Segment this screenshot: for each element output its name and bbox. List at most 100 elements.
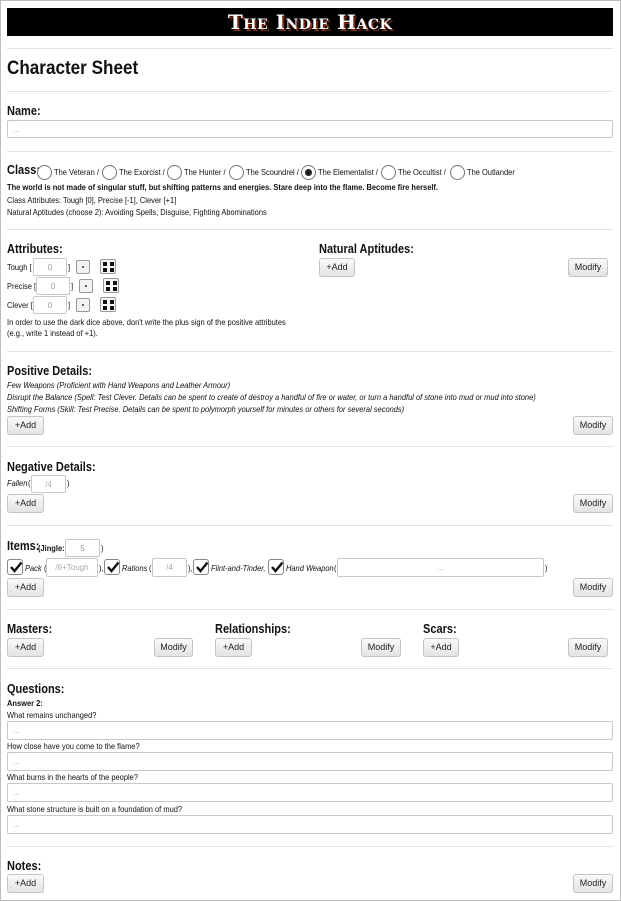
- flint-and-tinder-checkbox[interactable]: [193, 559, 209, 575]
- fallen-input[interactable]: /4: [31, 475, 66, 493]
- class-radio[interactable]: [381, 165, 396, 180]
- natural-aptitudes-modify-button[interactable]: Modify: [568, 258, 608, 277]
- class-radio[interactable]: [450, 165, 465, 180]
- masters-modify-button[interactable]: Modify: [154, 638, 193, 657]
- items-modify-button[interactable]: Modify: [573, 578, 613, 597]
- question-answer-input[interactable]: ...: [7, 752, 613, 771]
- question-answer-input[interactable]: ...: [7, 783, 613, 802]
- notes-modify-button[interactable]: Modify: [573, 874, 613, 893]
- jingle-input[interactable]: 5: [65, 539, 100, 557]
- jingle-label: (Jingle:: [38, 543, 65, 553]
- fallen-close-paren: ): [67, 478, 70, 488]
- class-option-label: The Exorcist /: [119, 167, 165, 177]
- class-radio[interactable]: [301, 165, 316, 180]
- divider: [7, 151, 613, 152]
- relationships-add-button[interactable]: +Add: [215, 638, 252, 657]
- hand-weapon-label: Hand Weapon: [286, 563, 334, 573]
- class-radio[interactable]: [229, 165, 244, 180]
- negative-details-add-button[interactable]: +Add: [7, 494, 44, 513]
- pack-label: Pack: [25, 563, 42, 573]
- positive-detail-item: Shifting Forms (Skill: Test Precise. Det…: [7, 404, 405, 414]
- divider: [7, 668, 613, 669]
- positive-detail-item: Disrupt the Balance (Spell: Test Clever.…: [7, 392, 536, 402]
- natural-aptitudes-add-button[interactable]: +Add: [319, 258, 355, 277]
- items-heading: Items:: [7, 539, 40, 553]
- dark-dice-icon[interactable]: [103, 278, 119, 293]
- attributes-note-example: (e.g., write 1 instead of +1).: [7, 328, 98, 338]
- rations-label: Rations: [122, 563, 148, 573]
- positive-details-modify-button[interactable]: Modify: [573, 416, 613, 435]
- single-die-icon[interactable]: [79, 279, 93, 293]
- questions-heading: Questions:: [7, 682, 65, 696]
- single-die-icon[interactable]: [76, 260, 90, 274]
- hand-weapon-input[interactable]: ...: [337, 558, 544, 577]
- single-die-icon[interactable]: [76, 298, 90, 312]
- name-input[interactable]: ...: [7, 120, 613, 138]
- divider: [7, 91, 613, 92]
- masters-heading: Masters:: [7, 622, 53, 636]
- relationships-heading: Relationships:: [215, 622, 291, 636]
- attribute-label: Tough [: [7, 262, 32, 272]
- attributes-note: In order to use the dark dice above, don…: [7, 317, 286, 327]
- pack-checkbox[interactable]: [7, 559, 23, 575]
- paren: ),: [99, 563, 104, 573]
- question-answer-input[interactable]: ...: [7, 721, 613, 740]
- positive-details-add-button[interactable]: +Add: [7, 416, 44, 435]
- divider: [7, 846, 613, 847]
- paren: ),: [188, 563, 193, 573]
- rations-input[interactable]: /4: [152, 558, 187, 577]
- name-heading: Name:: [7, 104, 41, 118]
- hand-weapon-checkbox[interactable]: [268, 559, 284, 575]
- class-radio[interactable]: [37, 165, 52, 180]
- paren: ): [545, 563, 548, 573]
- divider: [7, 525, 613, 526]
- question-label: What stone structure is built on a found…: [7, 804, 183, 814]
- attribute-label: Clever [: [7, 300, 33, 310]
- class-option-label: The Outlander: [467, 167, 515, 177]
- class-aptitudes-text: Natural Aptitudes (choose 2): Avoiding S…: [7, 207, 267, 217]
- dark-dice-icon[interactable]: [100, 297, 116, 312]
- negative-details-modify-button[interactable]: Modify: [573, 494, 613, 513]
- class-radio[interactable]: [102, 165, 117, 180]
- relationships-modify-button[interactable]: Modify: [361, 638, 401, 657]
- divider: [7, 351, 613, 352]
- class-attributes-text: Class Attributes: Tough [0], Precise [-1…: [7, 195, 177, 205]
- jingle-close-paren: ): [101, 543, 104, 553]
- question-label: What remains unchanged?: [7, 710, 97, 720]
- class-option-label: The Scoundrel /: [246, 167, 299, 177]
- scars-add-button[interactable]: +Add: [423, 638, 459, 657]
- natural-aptitudes-heading: Natural Aptitudes:: [319, 242, 414, 256]
- question-answer-input[interactable]: ...: [7, 815, 613, 834]
- class-option-label: The Veteran /: [54, 167, 99, 177]
- questions-instruction: Answer 2:: [7, 698, 43, 708]
- divider: [7, 609, 613, 610]
- site-banner: The Indie Hack: [7, 8, 613, 36]
- divider: [7, 229, 613, 230]
- attribute-value-input[interactable]: 0: [33, 258, 67, 276]
- items-add-button[interactable]: +Add: [7, 578, 44, 597]
- rations-checkbox[interactable]: [104, 559, 120, 575]
- class-radio[interactable]: [167, 165, 182, 180]
- divider: [7, 48, 613, 49]
- question-label: How close have you come to the flame?: [7, 741, 140, 751]
- flint-and-tinder-label: Flint-and-Tinder,: [211, 563, 266, 573]
- class-option-label: The Occultist /: [398, 167, 446, 177]
- fallen-label: Fallen: [7, 478, 28, 488]
- attribute-label: Precise [: [7, 281, 37, 291]
- pack-input[interactable]: /6+Tough: [46, 558, 98, 577]
- negative-details-heading: Negative Details:: [7, 460, 96, 474]
- attribute-bracket: ]: [68, 300, 71, 310]
- scars-modify-button[interactable]: Modify: [568, 638, 608, 657]
- divider: [7, 446, 613, 447]
- masters-add-button[interactable]: +Add: [7, 638, 44, 657]
- attributes-heading: Attributes:: [7, 242, 63, 256]
- attribute-value-input[interactable]: 0: [33, 296, 67, 314]
- positive-details-heading: Positive Details:: [7, 364, 92, 378]
- notes-add-button[interactable]: +Add: [7, 874, 44, 893]
- dark-dice-icon[interactable]: [100, 259, 116, 274]
- class-option-label: The Hunter /: [184, 167, 226, 177]
- attribute-bracket: ]: [71, 281, 74, 291]
- class-heading: Class:: [7, 163, 40, 177]
- attribute-value-input[interactable]: 0: [36, 277, 70, 295]
- attribute-bracket: ]: [68, 262, 71, 272]
